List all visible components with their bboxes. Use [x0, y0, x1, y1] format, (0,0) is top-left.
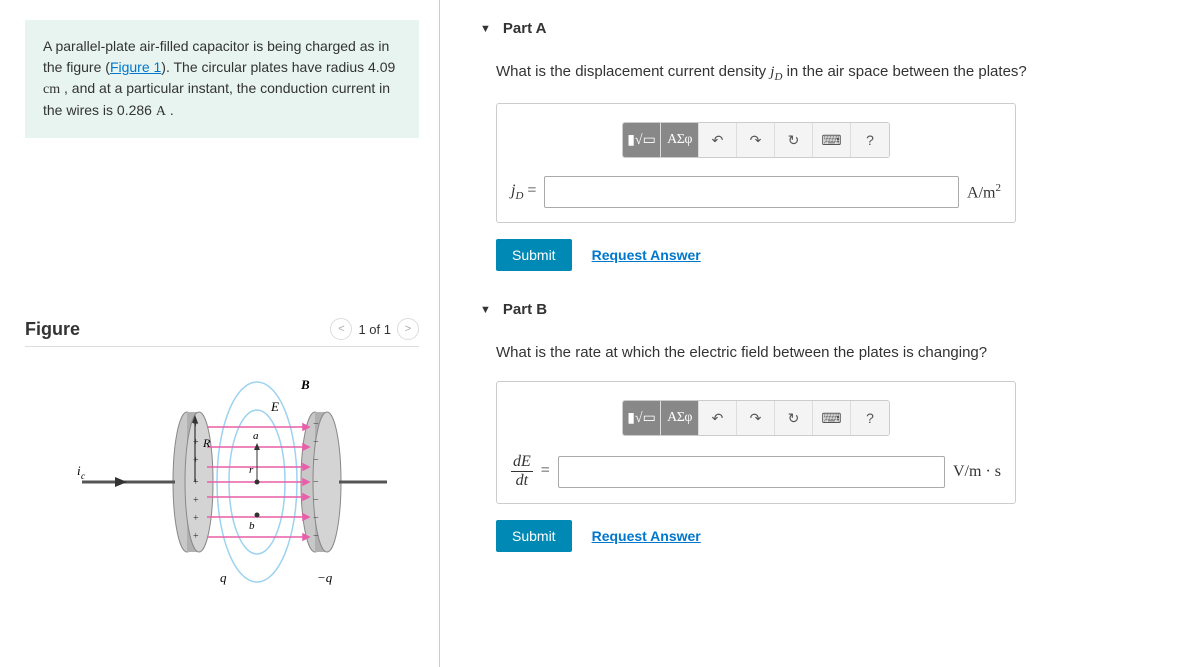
caret-down-icon: ▼ — [480, 23, 491, 35]
part-a-submit-row: Submit Request Answer — [496, 239, 1180, 271]
greek-button[interactable]: ΑΣφ — [661, 401, 699, 435]
unit-cm: cm — [43, 82, 60, 97]
left-panel: A parallel-plate air-filled capacitor is… — [0, 0, 440, 667]
figure-nav-label: 1 of 1 — [358, 322, 391, 337]
svg-text:+: + — [193, 455, 199, 466]
part-a-submit-button[interactable]: Submit — [496, 239, 572, 271]
part-b-variable-label: dEdt = — [511, 454, 550, 489]
svg-text:a: a — [253, 430, 259, 442]
question-text: in the air space between the plates? — [782, 63, 1026, 80]
question-text: What is the displacement current density — [496, 63, 770, 80]
part-b-answer-box: ▮√▭ ΑΣφ ↶ ↷ ↻ ⌨ ? dEdt = V/m · s — [496, 381, 1016, 504]
help-button[interactable]: ? — [851, 401, 889, 435]
template-button[interactable]: ▮√▭ — [623, 401, 661, 435]
svg-text:B: B — [300, 377, 310, 392]
svg-text:−: − — [313, 495, 319, 506]
template-button[interactable]: ▮√▭ — [623, 123, 661, 157]
part-a-header[interactable]: ▼ Part A — [480, 20, 1180, 37]
svg-text:−: − — [313, 513, 319, 524]
redo-button[interactable]: ↷ — [737, 401, 775, 435]
part-a-question: What is the displacement current density… — [496, 63, 1180, 83]
problem-text: ). The circular plates have radius 4.09 — [161, 59, 395, 75]
svg-text:−: − — [313, 455, 319, 466]
svg-text:E⃗: E⃗ — [270, 399, 289, 414]
svg-text:q: q — [220, 570, 227, 585]
svg-text:+: + — [193, 437, 199, 448]
undo-button[interactable]: ↶ — [699, 123, 737, 157]
svg-text:r: r — [249, 464, 254, 476]
part-b-answer-input[interactable] — [558, 456, 945, 488]
svg-text:c: c — [81, 471, 85, 481]
figure-link[interactable]: Figure 1 — [110, 59, 161, 75]
redo-button[interactable]: ↷ — [737, 123, 775, 157]
figure-image: ic ic R B E⃗ a r b q −q +++ ++++ −−− −−−… — [57, 367, 387, 597]
svg-text:R: R — [202, 436, 211, 450]
part-a-unit: A/m2 — [967, 182, 1001, 202]
greek-button[interactable]: ΑΣφ — [661, 123, 699, 157]
svg-text:+: + — [193, 419, 199, 430]
undo-button[interactable]: ↶ — [699, 401, 737, 435]
keyboard-button[interactable]: ⌨ — [813, 401, 851, 435]
svg-text:−: − — [313, 419, 319, 430]
figure-header: Figure < 1 of 1 > — [25, 318, 419, 340]
svg-text:+: + — [193, 477, 199, 488]
part-b-question: What is the rate at which the electric f… — [496, 344, 1180, 361]
svg-text:+: + — [193, 531, 199, 542]
part-b-toolbar: ▮√▭ ΑΣφ ↶ ↷ ↻ ⌨ ? — [622, 400, 890, 436]
part-a-input-row: jD= A/m2 — [511, 176, 1001, 208]
caret-down-icon: ▼ — [480, 304, 491, 316]
right-panel: ▼ Part A What is the displacement curren… — [440, 0, 1200, 667]
part-a-variable-label: jD= — [511, 182, 536, 202]
part-a-toolbar: ▮√▭ ΑΣφ ↶ ↷ ↻ ⌨ ? — [622, 122, 890, 158]
figure-nav: < 1 of 1 > — [330, 318, 419, 340]
part-b-input-row: dEdt = V/m · s — [511, 454, 1001, 489]
reset-button[interactable]: ↻ — [775, 401, 813, 435]
part-a-title: Part A — [503, 20, 547, 37]
help-button[interactable]: ? — [851, 123, 889, 157]
part-b-submit-button[interactable]: Submit — [496, 520, 572, 552]
figure-divider — [25, 346, 419, 347]
part-b-submit-row: Submit Request Answer — [496, 520, 1180, 552]
part-a-answer-box: ▮√▭ ΑΣφ ↶ ↷ ↻ ⌨ ? jD= A/m2 — [496, 103, 1016, 223]
svg-text:−: − — [313, 477, 319, 488]
svg-text:−: − — [313, 531, 319, 542]
figure-title: Figure — [25, 319, 80, 340]
svg-text:−q: −q — [317, 570, 333, 585]
part-b-request-answer-link[interactable]: Request Answer — [592, 528, 701, 544]
part-b-unit: V/m · s — [953, 463, 1001, 481]
problem-text: . — [166, 102, 174, 118]
part-b-title: Part B — [503, 301, 547, 318]
part-a-answer-input[interactable] — [544, 176, 959, 208]
unit-A: A — [156, 104, 166, 119]
figure-next-button[interactable]: > — [397, 318, 419, 340]
keyboard-button[interactable]: ⌨ — [813, 123, 851, 157]
svg-text:b: b — [249, 520, 255, 532]
reset-button[interactable]: ↻ — [775, 123, 813, 157]
svg-text:−: − — [313, 437, 319, 448]
problem-text: , and at a particular instant, the condu… — [43, 80, 390, 118]
svg-text:+: + — [193, 513, 199, 524]
part-b-header[interactable]: ▼ Part B — [480, 301, 1180, 318]
figure-prev-button[interactable]: < — [330, 318, 352, 340]
part-a-request-answer-link[interactable]: Request Answer — [592, 247, 701, 263]
svg-text:+: + — [193, 495, 199, 506]
problem-statement: A parallel-plate air-filled capacitor is… — [25, 20, 419, 138]
